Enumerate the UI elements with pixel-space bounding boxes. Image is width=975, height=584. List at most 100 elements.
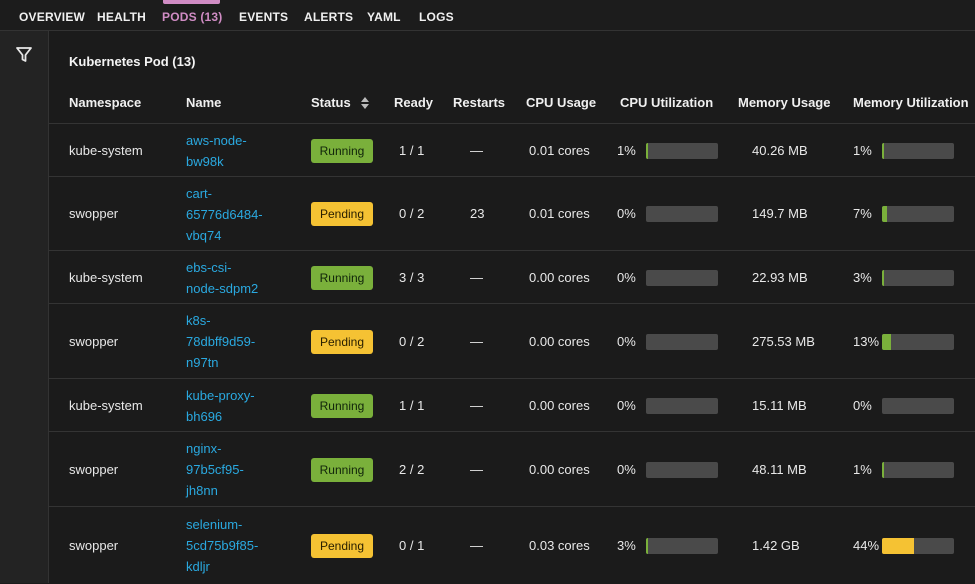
pod-name-line: kube-proxy- [186,387,255,403]
restarts-cell: — [470,537,483,553]
pod-name-line: bh696 [186,408,223,424]
memory-utilization-value: 1% [853,461,872,477]
table-row[interactable]: swopper selenium- 5cd75b9f85- kdljr Pending 0… [49,506,975,584]
cpu-utilization-value: 0% [617,461,636,477]
memory-utilization-value: 1% [853,142,872,158]
table-row[interactable]: swopper cart- 65776d6484- vbq74 Pending 0 / 2… [49,176,975,251]
namespace-cell: kube-system [69,269,143,285]
memory-usage-cell: 275.53 MB [752,333,815,349]
memory-utilization-bar [882,333,954,350]
ready-cell: 1 / 1 [399,397,425,413]
memory-utilization-bar-fill [882,269,884,286]
pod-name-line: vbq74 [186,227,222,243]
left-rail [0,31,49,583]
table-row[interactable]: kube-system ebs-csi-node-sdpm2 Running 3 / … [49,250,975,304]
ready-cell: 1 / 1 [399,142,425,158]
pod-name-link[interactable]: cart- 65776d6484- vbq74 [186,183,263,246]
status-badge[interactable]: Pending [311,533,373,558]
column-header-restarts[interactable]: Restarts [453,95,505,110]
tab-health[interactable]: HEALTH [97,10,146,24]
memory-utilization-value: 7% [853,206,872,221]
cpu-utilization-bar [646,333,718,350]
memory-utilization-bar-fill [882,537,914,554]
cpu-utilization-bar [646,206,718,222]
table-row[interactable]: swopper k8s- 78dbff9d59- n97tn Pending 0 / 2 —… [49,303,975,379]
pods-panel: Kubernetes Pod (13) Namespace Name Statu… [49,31,975,583]
column-header-status-label: Status [311,95,351,110]
status-badge[interactable]: Pending [311,329,373,354]
column-header-cpu-usage[interactable]: CPU Usage [526,95,596,110]
filter-icon[interactable] [14,45,34,65]
tab-alerts[interactable]: ALERTS [304,10,353,24]
column-header-ready[interactable]: Ready [394,95,433,110]
pod-name-link[interactable]: aws-node-bw98k [186,130,247,172]
memory-utilization-bar [882,537,954,554]
memory-utilization-bar-fill [882,206,887,222]
pod-name-link[interactable]: kube-proxy-bh696 [186,385,255,427]
memory-utilization-bar-fill [882,142,884,159]
tab-pods[interactable]: PODS (13) [162,10,222,24]
pod-name-line: selenium- [186,517,243,532]
cpu-usage-cell: 0.00 cores [529,397,590,413]
memory-utilization-value: 44% [853,537,880,553]
cpu-utilization-bar [646,461,718,478]
ready-cell: 0 / 2 [399,333,425,349]
cpu-usage-cell: 0.01 cores [529,142,590,158]
tab-logs[interactable]: LOGS [419,10,454,24]
memory-utilization-bar [882,206,954,222]
column-header-cpu-utilization[interactable]: CPU Utilization [620,95,713,110]
table-row[interactable]: kube-system kube-proxy-bh696 Running 1 / 1 —… [49,378,975,432]
restarts-cell: 23 [470,206,485,221]
pod-name-line: 65776d6484- [186,206,263,222]
ready-cell: 0 / 1 [399,537,425,553]
pod-name-line: ebs-csi- [186,259,232,275]
column-header-namespace[interactable]: Namespace [69,95,141,110]
pod-name-link[interactable]: ebs-csi-node-sdpm2 [186,257,258,299]
status-badge[interactable]: Running [311,138,373,163]
table-row[interactable]: kube-system aws-node-bw98k Running 1 / 1 — 0.… [49,123,975,177]
status-badge[interactable]: Running [311,457,373,482]
cpu-utilization-bar-fill [646,537,648,554]
ready-cell: 0 / 2 [399,206,425,221]
tab-bar: OVERVIEW HEALTH PODS (13) EVENTS ALERTS … [0,0,975,31]
cpu-utilization-bar [646,537,718,554]
cpu-utilization-value: 0% [617,269,636,285]
pod-name-line: 5cd75b9f85- [186,538,259,553]
memory-usage-cell: 1.42 GB [752,537,800,553]
sort-icon[interactable] [361,96,370,109]
column-header-memory-usage[interactable]: Memory Usage [738,95,830,110]
memory-utilization-value: 0% [853,397,872,413]
cpu-usage-cell: 0.00 cores [529,461,590,477]
restarts-cell: — [470,461,483,477]
pod-name-link[interactable]: selenium- 5cd75b9f85- kdljr [186,514,258,577]
pod-name-link[interactable]: nginx- 97b5cf95- jh8nn [186,438,244,501]
memory-utilization-value: 13% [853,333,880,349]
column-header-name[interactable]: Name [186,95,221,110]
namespace-cell: kube-system [69,397,143,413]
table-row[interactable]: swopper nginx- 97b5cf95- jh8nn Running 2 / 2 —… [49,431,975,507]
memory-utilization-bar-fill [882,333,891,350]
restarts-cell: — [470,142,483,158]
memory-usage-cell: 15.11 MB [752,397,807,413]
ready-cell: 3 / 3 [399,269,425,285]
cpu-utilization-value: 0% [617,333,636,349]
memory-utilization-bar [882,461,954,478]
memory-utilization-bar [882,142,954,159]
status-badge[interactable]: Pending [311,202,373,226]
tab-events[interactable]: EVENTS [239,10,288,24]
tab-yaml[interactable]: YAML [367,10,401,24]
column-header-status[interactable]: Status [311,95,370,110]
status-badge[interactable]: Running [311,393,373,418]
cpu-usage-cell: 0.03 cores [529,537,590,553]
pod-name-link[interactable]: k8s- 78dbff9d59- n97tn [186,310,255,373]
cpu-usage-cell: 0.00 cores [529,333,590,349]
pod-name-line: nginx- [186,441,222,456]
pod-name-line: kdljr [186,559,210,574]
status-badge[interactable]: Running [311,265,373,290]
tab-overview[interactable]: OVERVIEW [19,10,85,24]
active-tab-indicator [163,0,220,4]
memory-utilization-value: 3% [853,269,872,285]
namespace-cell: swopper [69,537,119,553]
memory-utilization-bar [882,397,954,414]
column-header-memory-utilization[interactable]: Memory Utilization [853,95,969,110]
